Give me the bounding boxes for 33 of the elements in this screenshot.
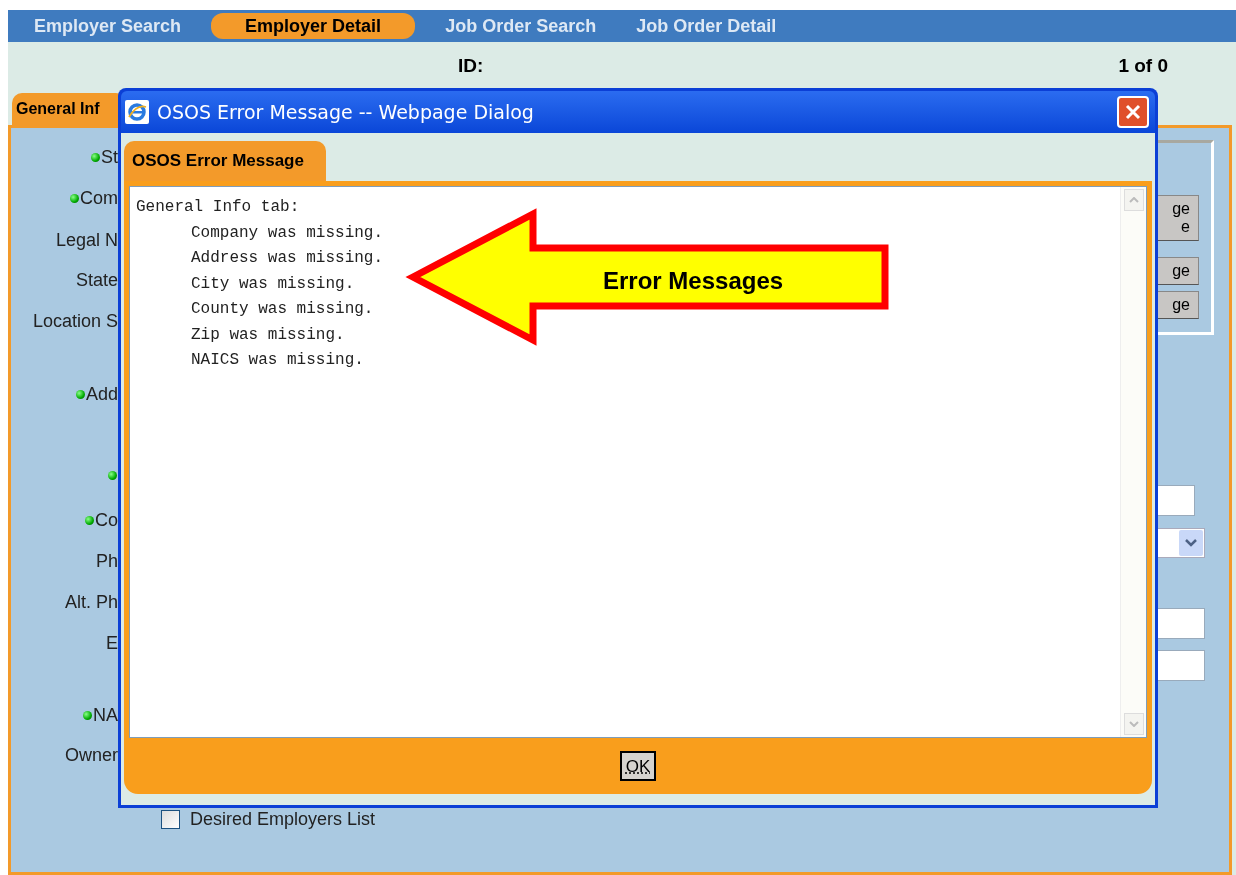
error-message: Company was missing. [191,222,384,244]
field-label: Alt. Ph [64,590,118,614]
field-label: Add [85,382,118,406]
callout-label: Error Messages [603,266,784,296]
field-label: Legal N [55,228,118,252]
nav-tab[interactable]: Employer Detail [211,13,416,39]
error-message: NAICS was missing. [191,350,364,371]
field-label: Owner [65,743,118,767]
error-message: City was missing. [191,273,355,295]
id-label: ID: [458,53,484,78]
ok-button[interactable]: OK [620,751,656,781]
field-label: NA [93,703,118,727]
action-button[interactable]: ge [1157,257,1199,285]
field-label: Ph [95,549,118,573]
nav-tab[interactable]: Job Order Detail [626,13,787,39]
field-label: Co [95,508,118,532]
message-heading: General Info tab: [136,197,300,218]
field-label: E [106,631,118,655]
dialog-tab[interactable]: OSOS Error Message [124,141,326,181]
action-button[interactable]: ge e [1157,195,1199,241]
action-button[interactable]: ge [1157,291,1199,319]
field-label: State [75,268,118,292]
field-label: St [101,145,118,169]
error-message: Address was missing. [191,248,384,269]
record-count: 1 of 0 [1118,53,1168,78]
error-message: Zip was missing. [191,324,345,346]
field-label: Location S [32,309,118,333]
nav-tab[interactable]: Job Order Search [435,13,607,39]
checkbox-label: Desired Employers List [190,808,376,831]
window-title: OSOS Error Message -- Webpage Dialog [157,99,534,125]
nav-tab[interactable]: Employer Search [24,13,192,39]
error-message: County was missing. [191,299,374,320]
field-label: Com [80,186,118,210]
